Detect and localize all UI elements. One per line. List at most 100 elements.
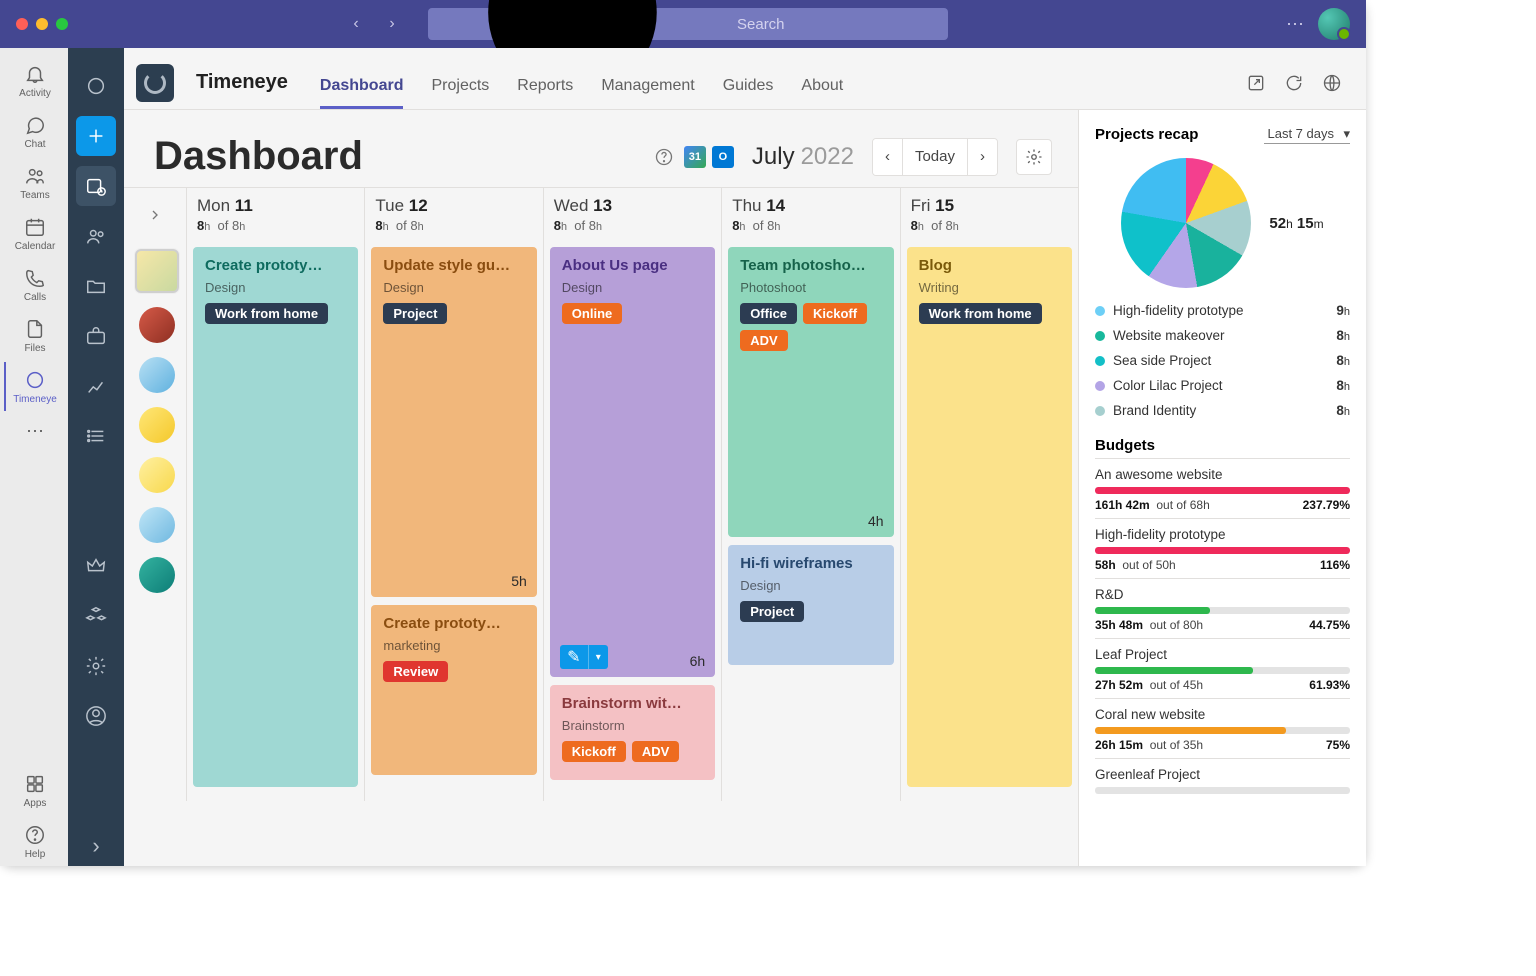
chat-icon (24, 114, 46, 136)
more-icon[interactable]: ⋯ (1286, 14, 1304, 35)
project-swatch[interactable] (139, 307, 175, 343)
legend-value: 8h (1336, 353, 1350, 368)
rail-calls[interactable]: Calls (4, 260, 64, 309)
project-swatch[interactable] (139, 557, 175, 593)
legend-swatch (1095, 306, 1105, 316)
project-swatch[interactable] (139, 457, 175, 493)
tab-projects[interactable]: Projects (431, 77, 489, 109)
rail-apps[interactable]: Apps (4, 766, 64, 815)
rail-help[interactable]: Help (4, 817, 64, 866)
outlook-icon[interactable]: O (712, 146, 734, 168)
budget-row[interactable]: R&D 35h 48m out of 80h44.75% (1095, 578, 1350, 638)
time-entry-card[interactable]: About Us page Design Online6h✎▾ (550, 247, 715, 677)
calendar-column[interactable]: About Us page Design Online6h✎▾Brainstor… (543, 241, 721, 801)
rail-timeneye[interactable]: Timeneye (4, 362, 64, 411)
calendar-column[interactable]: Team photosho… Photoshoot OfficeKickoffA… (721, 241, 899, 801)
legend-row[interactable]: Brand Identity 8h (1095, 398, 1350, 423)
rail-activity[interactable]: Activity (4, 56, 64, 105)
legend-row[interactable]: Color Lilac Project 8h (1095, 373, 1350, 398)
calendar-column[interactable]: Blog Writing Work from home (900, 241, 1078, 801)
time-entry-card[interactable]: Create prototy… marketing Review (371, 605, 536, 775)
cubes-icon (85, 605, 107, 627)
user-thumbnail[interactable] (135, 249, 179, 293)
vrail-folder[interactable] (76, 266, 116, 306)
vrail-crown[interactable] (76, 546, 116, 586)
vrail-briefcase[interactable] (76, 316, 116, 356)
legend-row[interactable]: High-fidelity prototype 9h (1095, 298, 1350, 323)
integration-icons: 31 O (684, 146, 734, 168)
card-edit-button[interactable]: ✎▾ (560, 645, 608, 669)
globe-icon[interactable] (1322, 73, 1342, 93)
expand-sidebar-button[interactable] (124, 188, 186, 241)
project-swatch[interactable] (139, 507, 175, 543)
time-entry-card[interactable]: Update style gu… Design Project5h (371, 247, 536, 597)
vrail-team[interactable] (76, 216, 116, 256)
calendar: Mon 11 8h of 8hTue 12 8h of 8hWed 13 8h … (124, 187, 1078, 801)
dashboard-header: Dashboard 31 O July 2022 ‹ (124, 110, 1078, 187)
help-icon[interactable] (654, 147, 674, 167)
time-entry-card[interactable]: Team photosho… Photoshoot OfficeKickoffA… (728, 247, 893, 537)
rail-more[interactable]: ⋯ (4, 413, 64, 449)
tab-guides[interactable]: Guides (723, 77, 774, 109)
search-bar[interactable] (428, 8, 948, 40)
tag: Project (740, 601, 804, 622)
vrail-list[interactable] (76, 416, 116, 456)
time-entry-card[interactable]: Brainstorm wit… Brainstorm KickoffADV (550, 685, 715, 780)
vrail-dashboard[interactable] (76, 166, 116, 206)
rail-chat[interactable]: Chat (4, 107, 64, 156)
dashboard-settings-button[interactable] (1016, 139, 1052, 175)
calendar-column[interactable]: Create prototy… Design Work from home (186, 241, 364, 801)
vrail-profile[interactable] (76, 696, 116, 736)
legend-row[interactable]: Website makeover 8h (1095, 323, 1350, 348)
budget-row[interactable]: Coral new website 26h 15m out of 35h75% (1095, 698, 1350, 758)
next-week-button[interactable]: › (968, 139, 997, 175)
budget-row[interactable]: High-fidelity prototype 58h out of 50h11… (1095, 518, 1350, 578)
rail-files[interactable]: Files (4, 311, 64, 360)
time-entry-card[interactable]: Blog Writing Work from home (907, 247, 1072, 787)
budget-name: Coral new website (1095, 707, 1350, 722)
forward-button[interactable]: › (376, 8, 408, 40)
maximize-window-icon[interactable] (56, 18, 68, 30)
gear-icon (85, 655, 107, 677)
apps-icon (24, 773, 46, 795)
popout-icon[interactable] (1246, 73, 1266, 93)
budget-bar (1095, 607, 1350, 614)
tag: ADV (740, 330, 787, 351)
reload-icon[interactable] (1284, 73, 1304, 93)
day-hours: 8h of 8h (911, 218, 1068, 233)
project-swatch[interactable] (139, 357, 175, 393)
today-button[interactable]: Today (903, 139, 968, 175)
tab-reports[interactable]: Reports (517, 77, 573, 109)
calendar-column[interactable]: Update style gu… Design Project5hCreate … (364, 241, 542, 801)
prev-week-button[interactable]: ‹ (873, 139, 903, 175)
budget-row[interactable]: An awesome website 161h 42m out of 68h23… (1095, 458, 1350, 518)
budget-row[interactable]: Leaf Project 27h 52m out of 45h61.93% (1095, 638, 1350, 698)
avatar[interactable] (1318, 8, 1350, 40)
time-entry-card[interactable]: Create prototy… Design Work from home (193, 247, 358, 787)
rail-teams[interactable]: Teams (4, 158, 64, 207)
search-input[interactable] (737, 16, 936, 33)
day-hours: 8h of 8h (197, 218, 354, 233)
minimize-window-icon[interactable] (36, 18, 48, 30)
vrail-add[interactable] (76, 116, 116, 156)
vrail-reports[interactable] (76, 366, 116, 406)
budget-name: R&D (1095, 587, 1350, 602)
vrail-settings[interactable] (76, 646, 116, 686)
more-icon: ⋯ (23, 419, 47, 443)
back-button[interactable]: ‹ (340, 8, 372, 40)
vrail-collapse[interactable]: › (76, 826, 116, 866)
tab-about[interactable]: About (801, 77, 843, 109)
close-window-icon[interactable] (16, 18, 28, 30)
time-entry-card[interactable]: Hi-fi wireframes Design Project (728, 545, 893, 665)
legend-row[interactable]: Sea side Project 8h (1095, 348, 1350, 373)
tab-management[interactable]: Management (601, 77, 694, 109)
google-calendar-icon[interactable]: 31 (684, 146, 706, 168)
tab-dashboard[interactable]: Dashboard (320, 77, 404, 109)
rail-calendar[interactable]: Calendar (4, 209, 64, 258)
budget-row[interactable]: Greenleaf Project (1095, 758, 1350, 804)
app-logo (136, 64, 174, 102)
vrail-logo[interactable] (76, 66, 116, 106)
recap-range-selector[interactable]: Last 7 days (1264, 124, 1351, 144)
project-swatch[interactable] (139, 407, 175, 443)
vrail-integrations[interactable] (76, 596, 116, 636)
